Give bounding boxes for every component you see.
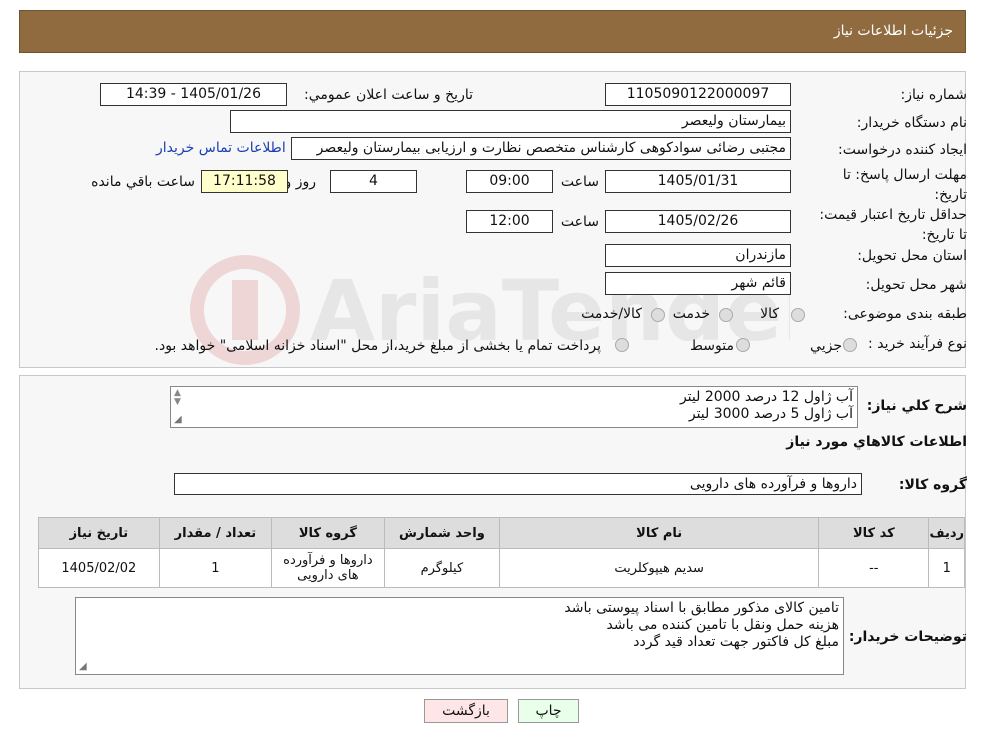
back-button[interactable]: بازگشت [424, 699, 508, 723]
announce-label: تاریخ و ساعت اعلان عمومي: [304, 87, 473, 103]
category-option-service: خدمت [672, 306, 710, 322]
description-line-2: آب ژاول 5 درصد 3000 لیتر [688, 406, 853, 422]
deadline-time-field: 09:00 [466, 170, 553, 193]
category-radio-service[interactable] [719, 308, 733, 322]
process-radio-minor[interactable] [843, 338, 857, 352]
process-label: نوع فرآیند خرید : [868, 336, 967, 352]
cell-code: -- [818, 548, 930, 588]
days-label: روز و [284, 174, 317, 190]
col-group: گروه کالا [271, 517, 385, 549]
remaining-time-field: 17:11:58 [201, 170, 288, 193]
category-option-goods: کالا [760, 306, 779, 322]
cell-date: 1405/02/02 [38, 548, 160, 588]
city-field: قائم شهر [605, 272, 791, 295]
buyer-org-field: بیمارستان ولیعصر [230, 110, 791, 133]
buyer-contact-link[interactable]: اطلاعات تماس خریدار [156, 140, 286, 156]
validity-time-field: 12:00 [466, 210, 553, 233]
table-row: 1 -- سدیم هیپوکلریت کیلوگرم داروها و فرآ… [38, 548, 965, 588]
cell-row: 1 [928, 548, 965, 588]
remaining-label: ساعت باقي مانده [91, 174, 195, 190]
page-header: جزئیات اطلاعات نیاز [19, 10, 966, 53]
need-number-field: 1105090122000097 [605, 83, 791, 106]
items-title: اطلاعات کالاهاي مورد نیاز [786, 434, 967, 450]
description-line-1: آب ژاول 12 درصد 2000 لیتر [679, 389, 853, 405]
announce-field: 1405/01/26 - 14:39 [100, 83, 287, 106]
creator-field: مجتبی رضائی سوادکوهی کارشناس متخصص نظارت… [291, 137, 791, 160]
days-field: 4 [330, 170, 417, 193]
province-field: مازندران [605, 244, 791, 267]
buyer-org-label: نام دستگاه خریدار: [856, 115, 967, 131]
goods-group-field: داروها و فرآورده های دارویی [174, 473, 862, 495]
print-button[interactable]: چاپ [518, 699, 579, 723]
validity-date-field: 1405/02/26 [605, 210, 791, 233]
col-row: ردیف [928, 517, 965, 549]
cell-qty: 1 [158, 548, 273, 588]
resize-grip-icon[interactable]: ◢ [79, 661, 87, 672]
buyer-note-line-3: مبلغ کل فاکتور جهت تعداد قید گردد [633, 634, 839, 650]
resize-grip-icon[interactable]: ◢ [174, 414, 182, 425]
creator-label: ایجاد کننده درخواست: [838, 142, 967, 158]
validity-time-label: ساعت [560, 214, 599, 230]
buyer-notes-label: توضیحات خریدار: [848, 629, 967, 645]
description-textarea[interactable]: آب ژاول 12 درصد 2000 لیتر آب ژاول 5 درصد… [170, 386, 858, 428]
process-option-medium: متوسط [690, 338, 734, 354]
scroll-arrows-icon[interactable]: ▲ ▼ [174, 389, 181, 407]
items-table: ردیف کد کالا نام کالا واحد شمارش گروه کا… [38, 517, 965, 588]
city-label: شهر محل تحویل: [865, 277, 967, 293]
process-note: پرداخت تمام یا بخشی از مبلغ خرید،از محل … [154, 338, 601, 354]
province-label: استان محل تحویل: [857, 248, 967, 264]
goods-group-label: گروه کالا: [898, 477, 967, 493]
page-title: جزئیات اطلاعات نیاز [833, 23, 953, 39]
buyer-note-line-2: هزینه حمل ونقل با تامین کننده می باشد [606, 617, 840, 633]
category-radio-goods[interactable] [791, 308, 805, 322]
buyer-note-line-1: تامین کالای مذکور مطابق با اسناد پیوستی … [564, 600, 839, 616]
col-date: تاریخ نیاز [38, 517, 160, 549]
cell-name: سدیم هیپوکلریت [499, 548, 820, 588]
validity-label: حداقل تاریخ اعتبار قیمت: تا تاریخ: [819, 207, 967, 243]
col-code: کد کالا [818, 517, 930, 549]
col-unit: واحد شمارش [383, 517, 501, 549]
deadline-time-label: ساعت [560, 174, 599, 190]
description-label: شرح کلي نیاز: [866, 398, 967, 414]
need-number-label: شماره نیاز: [900, 87, 968, 103]
deadline-label: مهلت ارسال پاسخ: تا تاریخ: [842, 167, 967, 203]
category-radio-goods-service[interactable] [651, 308, 665, 322]
col-name: نام کالا [499, 517, 820, 549]
cell-group: داروها و فرآورده های دارویی [271, 548, 385, 588]
deadline-date-field: 1405/01/31 [605, 170, 791, 193]
buyer-notes-textarea[interactable]: تامین کالای مذکور مطابق با اسناد پیوستی … [75, 597, 844, 675]
category-option-goods-service: کالا/خدمت [581, 306, 642, 322]
col-qty: تعداد / مقدار [158, 517, 273, 549]
process-radio-medium[interactable] [736, 338, 750, 352]
process-option-minor: جزیي [810, 338, 842, 354]
process-radio-treasury[interactable] [615, 338, 629, 352]
cell-unit: کیلوگرم [383, 548, 501, 588]
table-header-row: ردیف کد کالا نام کالا واحد شمارش گروه کا… [38, 517, 965, 549]
category-label: طبقه بندی موضوعی: [843, 306, 967, 322]
